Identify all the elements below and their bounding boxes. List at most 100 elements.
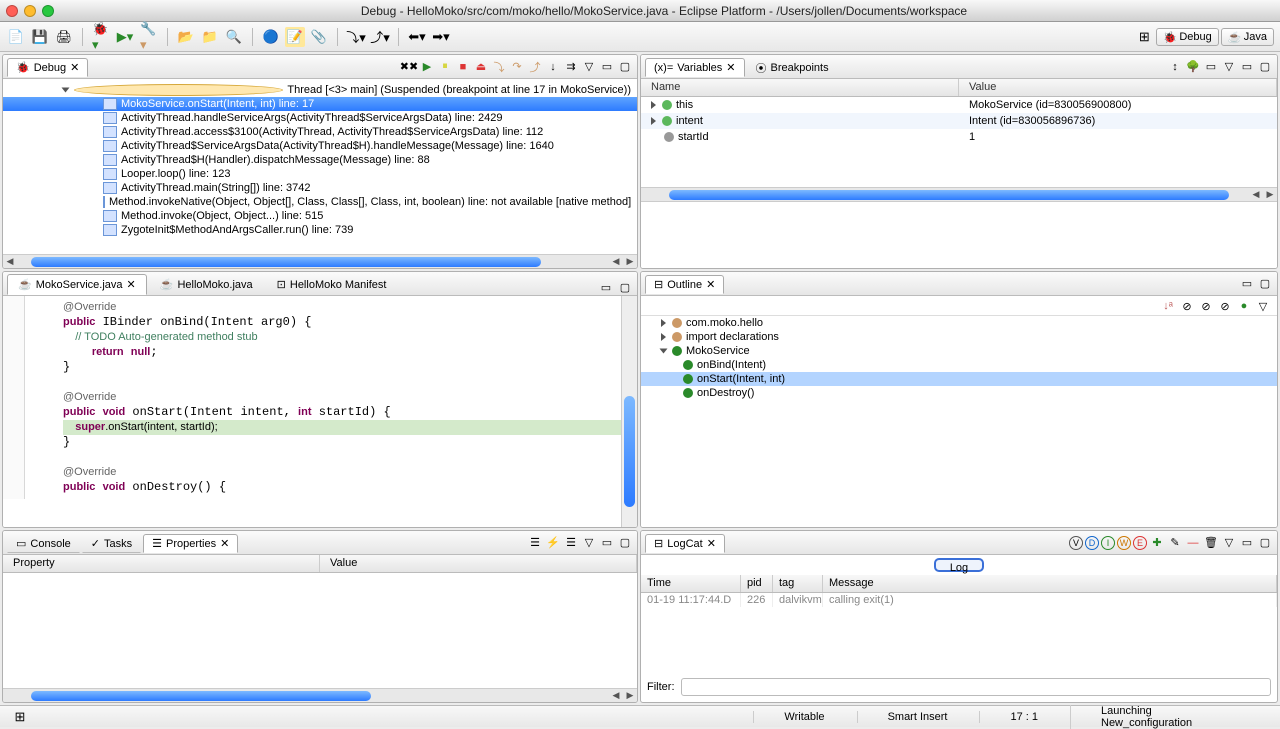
outline-item[interactable]: import declarations [641, 330, 1277, 344]
tag-column-header[interactable]: tag [773, 575, 823, 592]
save-icon[interactable]: 💾 [30, 27, 50, 47]
sort-icon[interactable]: ↓ᵃ [1160, 298, 1176, 314]
log-e-icon[interactable]: E [1133, 536, 1147, 550]
maximize-icon[interactable]: ▢ [617, 279, 633, 295]
skip-breakpoints-icon[interactable]: 📝 [285, 27, 305, 47]
delete-filter-icon[interactable]: — [1185, 535, 1201, 551]
open-perspective-icon[interactable]: ⊞ [1134, 27, 1154, 47]
variable-row[interactable]: startId1 [641, 129, 1277, 145]
java-perspective-button[interactable]: ☕Java [1221, 28, 1274, 46]
view-menu-icon[interactable]: ▽ [1221, 59, 1237, 75]
annotation-icon[interactable]: 📎 [309, 27, 329, 47]
prev-annotation-icon[interactable]: ⤴▾ [370, 27, 390, 47]
debug-perspective-button[interactable]: 🐞Debug [1156, 28, 1218, 46]
stack-frame[interactable]: ZygoteInit$MethodAndArgsCaller.run() lin… [3, 223, 637, 237]
stack-frame[interactable]: ActivityThread$ServiceArgsData(ActivityT… [3, 139, 637, 153]
minimize-icon[interactable]: ▭ [1239, 276, 1255, 292]
close-tab-icon[interactable]: ✕ [70, 61, 79, 74]
minimize-icon[interactable]: ▭ [599, 59, 615, 75]
forward-icon[interactable]: ➡▾ [431, 27, 451, 47]
variables-tab[interactable]: (x)= Variables ✕ [645, 58, 745, 77]
hide-local-icon[interactable]: ● [1236, 298, 1252, 314]
stack-frame[interactable]: Method.invokeNative(Object, Object[], Cl… [3, 195, 637, 209]
open-type-icon[interactable]: 📂 [176, 27, 196, 47]
stack-frame[interactable]: Method.invoke(Object, Object...) line: 5… [3, 209, 637, 223]
outline-item[interactable]: onStart(Intent, int) [641, 372, 1277, 386]
debug-hscrollbar[interactable]: ◀◀▶ [3, 254, 637, 268]
vars-hscrollbar[interactable]: ◀▶ [641, 187, 1277, 201]
disconnect-icon[interactable]: ⏏ [473, 59, 489, 75]
filter-icon[interactable]: ⚡ [545, 535, 561, 551]
variable-row[interactable]: intentIntent (id=830056896736) [641, 113, 1277, 129]
tasks-tab[interactable]: ✓ Tasks [82, 534, 141, 553]
minimize-window-button[interactable] [24, 5, 36, 17]
step-over-icon[interactable]: ↷ [509, 59, 525, 75]
add-filter-icon[interactable]: ✚ [1149, 535, 1165, 551]
suspend-icon[interactable]: ⏸ [437, 59, 453, 75]
variable-row[interactable]: thisMokoService (id=830056900800) [641, 97, 1277, 113]
log-button[interactable]: Log [934, 558, 984, 572]
editor-tab[interactable]: ☕HelloMoko.java [149, 274, 264, 295]
maximize-icon[interactable]: ▢ [1257, 535, 1273, 551]
outline-tab[interactable]: ⊟ Outline ✕ [645, 275, 724, 294]
step-into-icon[interactable]: ⤵ [491, 59, 507, 75]
minimize-icon[interactable]: ▭ [598, 279, 614, 295]
outline-tree[interactable]: com.moko.helloimport declarationsMokoSer… [641, 316, 1277, 400]
use-step-filters-icon[interactable]: ⇉ [563, 59, 579, 75]
message-column-header[interactable]: Message [823, 575, 1277, 592]
minimize-icon[interactable]: ▭ [1239, 535, 1255, 551]
filter-input[interactable] [681, 678, 1272, 696]
minimize-icon[interactable]: ▭ [1239, 59, 1255, 75]
debug-tab[interactable]: 🐞 Debug ✕ [7, 58, 88, 77]
close-tab-icon[interactable]: ✕ [707, 537, 716, 550]
stack-frame[interactable]: ActivityThread.access$3100(ActivityThrea… [3, 125, 637, 139]
categories-icon[interactable]: ☰ [527, 535, 543, 551]
stack-frame[interactable]: ActivityThread.handleServiceArgs(Activit… [3, 111, 637, 125]
show-type-names-icon[interactable]: ↕ [1167, 59, 1183, 75]
console-tab[interactable]: ▭ Console [7, 534, 80, 553]
time-column-header[interactable]: Time [641, 575, 741, 592]
props-hscrollbar[interactable]: ◀▶ [3, 688, 637, 702]
close-window-button[interactable] [6, 5, 18, 17]
view-menu-icon[interactable]: ▽ [581, 535, 597, 551]
close-tab-icon[interactable]: ✕ [706, 278, 715, 291]
stack-frame[interactable]: ActivityThread$H(Handler).dispatchMessag… [3, 153, 637, 167]
maximize-icon[interactable]: ▢ [1257, 59, 1273, 75]
pid-column-header[interactable]: pid [741, 575, 773, 592]
view-menu-icon[interactable]: ▽ [581, 59, 597, 75]
drop-to-frame-icon[interactable]: ↓ [545, 59, 561, 75]
outline-item[interactable]: com.moko.hello [641, 316, 1277, 330]
next-annotation-icon[interactable]: ⤵▾ [346, 27, 366, 47]
run-icon[interactable]: ▶▾ [115, 27, 135, 47]
close-tab-icon[interactable]: ✕ [726, 61, 735, 74]
collapse-all-icon[interactable]: ▭ [1203, 59, 1219, 75]
stack-frame[interactable]: Looper.loop() line: 123 [3, 167, 637, 181]
variables-table[interactable]: thisMokoService (id=830056900800)intentI… [641, 97, 1277, 187]
maximize-icon[interactable]: ▢ [1257, 276, 1273, 292]
maximize-icon[interactable]: ▢ [617, 59, 633, 75]
outline-item[interactable]: onBind(Intent) [641, 358, 1277, 372]
editor-vscrollbar[interactable] [621, 296, 637, 527]
step-return-icon[interactable]: ⤴ [527, 59, 543, 75]
log-w-icon[interactable]: W [1117, 536, 1131, 550]
toggle-breakpoint-icon[interactable]: 🔵 [261, 27, 281, 47]
close-tab-icon[interactable]: ✕ [127, 278, 136, 291]
name-column-header[interactable]: Name [641, 79, 959, 96]
maximize-icon[interactable]: ▢ [617, 535, 633, 551]
edit-filter-icon[interactable]: ✎ [1167, 535, 1183, 551]
new-icon[interactable]: 📄 [6, 27, 26, 47]
outline-item[interactable]: MokoService [641, 344, 1277, 358]
terminate-icon[interactable]: ■ [455, 59, 471, 75]
hide-nonpublic-icon[interactable]: ⊘ [1217, 298, 1233, 314]
value-column-header[interactable]: Value [959, 79, 1277, 96]
back-icon[interactable]: ⬅▾ [407, 27, 427, 47]
log-v-icon[interactable]: V [1069, 536, 1083, 550]
clear-log-icon[interactable]: 🗑 [1203, 535, 1219, 551]
view-menu-icon[interactable]: ☰ [563, 535, 579, 551]
stack-frame[interactable]: ActivityThread.main(String[]) line: 3742 [3, 181, 637, 195]
log-d-icon[interactable]: D [1085, 536, 1099, 550]
external-tools-icon[interactable]: 🔧▾ [139, 27, 159, 47]
zoom-window-button[interactable] [42, 5, 54, 17]
value-column-header[interactable]: Value [320, 555, 637, 572]
hide-static-icon[interactable]: ⊘ [1198, 298, 1214, 314]
